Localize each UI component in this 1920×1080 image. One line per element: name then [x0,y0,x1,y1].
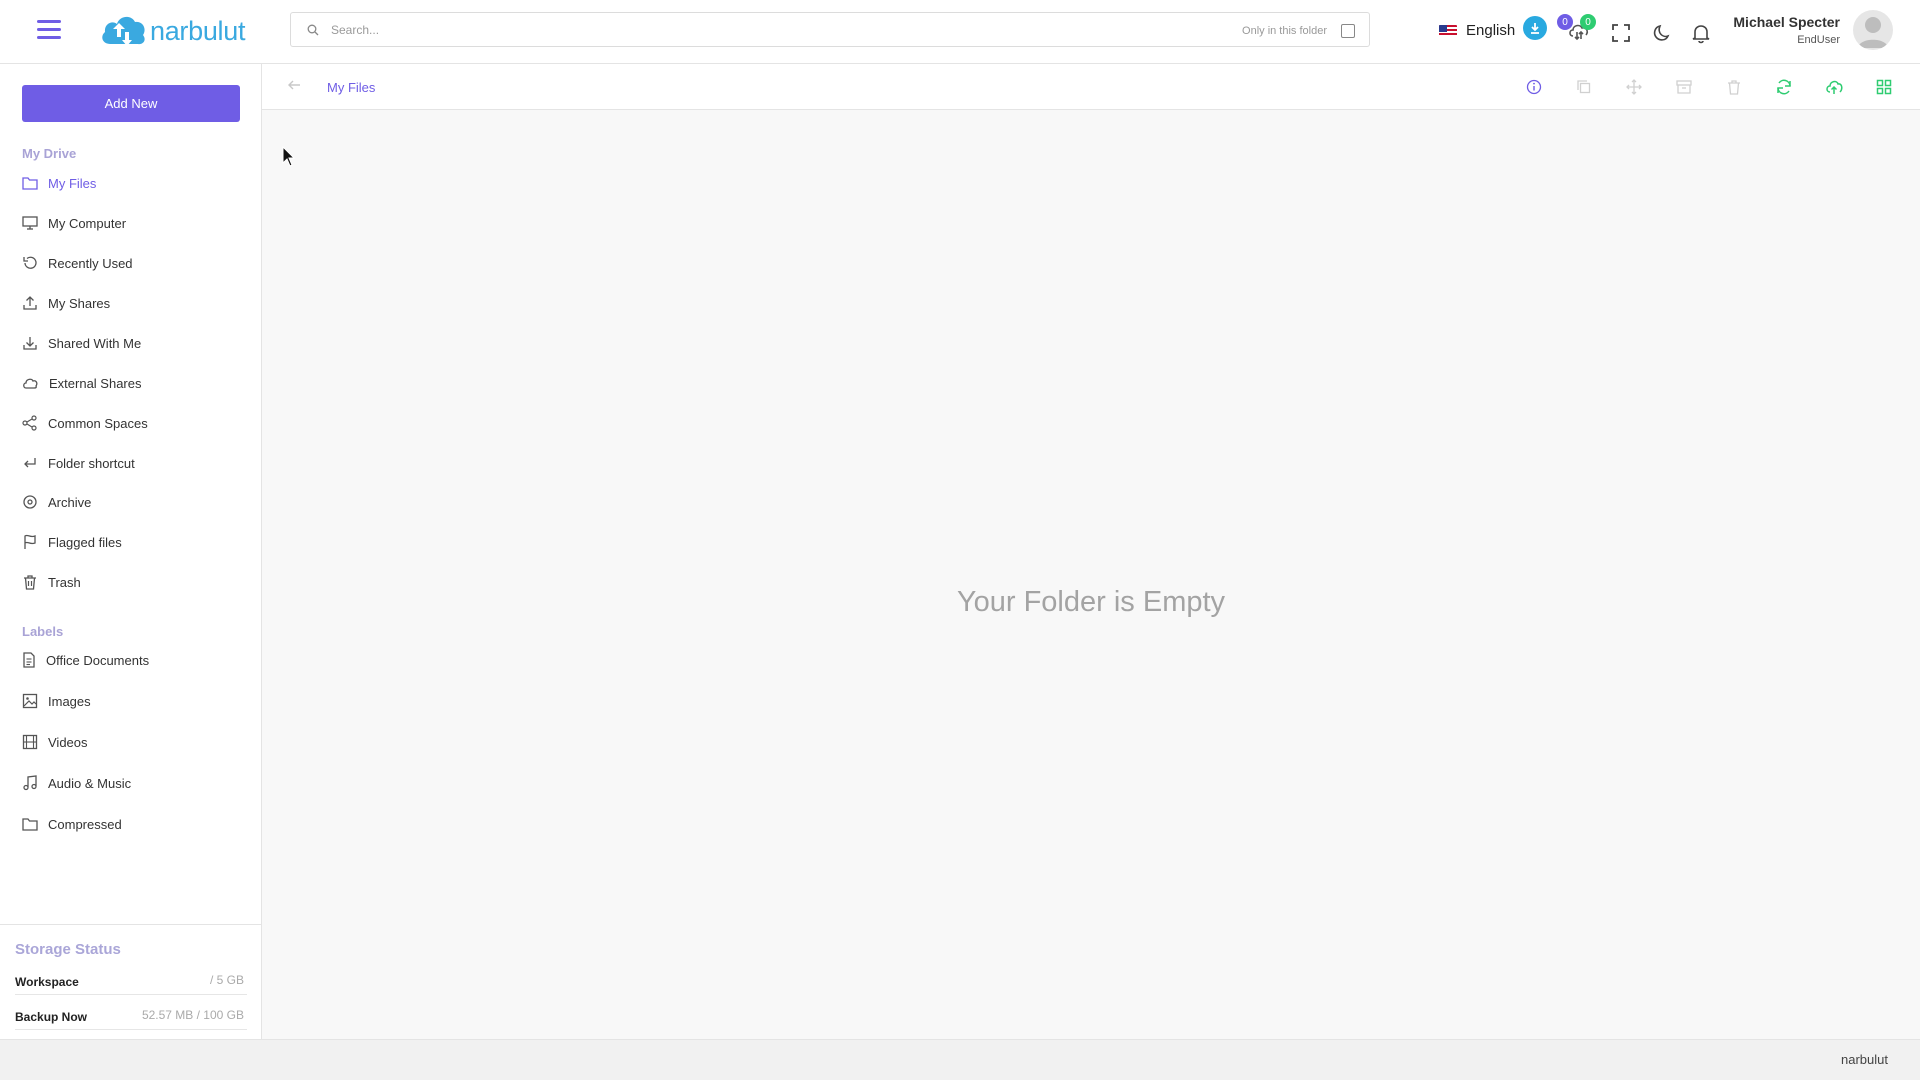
sidebar-item-archive[interactable]: Archive [22,489,252,515]
notification-bell-icon[interactable] [1690,22,1712,44]
label-item-label: Images [48,693,91,709]
top-bar: narbulut Only in this folder English 0 0 [0,0,1920,64]
label-item-videos[interactable]: Videos [22,729,252,755]
storage-value: / 5 GB [209,973,244,987]
sidebar-item-label: My Shares [48,295,111,311]
only-in-folder-label: Only in this folder [1242,25,1327,37]
storage-row-backup-now: Backup Now 52.57 MB / 100 GB [15,1004,247,1030]
film-icon [22,734,38,750]
dark-mode-moon-icon[interactable] [1651,22,1673,44]
sidebar-item-label: Archive [48,494,92,510]
label-item-label: Compressed [48,816,122,832]
disc-icon [23,495,37,509]
user-name: Michael Specter [1733,14,1840,30]
storage-name: Backup Now [15,1010,88,1024]
sidebar-item-label: Recently Used [48,255,133,271]
sidebar-item-flagged-files[interactable]: Flagged files [22,529,252,555]
sidebar-item-recently-used[interactable]: Recently Used [22,250,252,276]
sidebar-item-my-files[interactable]: My Files [22,170,252,196]
sidebar-item-label: Flagged files [48,534,122,550]
cloud-upload-icon[interactable] [1825,78,1843,96]
sidebar: Add New My Drive My Files My Computer Re… [0,64,262,1039]
sidebar-item-label: Shared With Me [48,335,142,351]
language-label: English [1466,22,1516,39]
sidebar-item-my-shares[interactable]: My Shares [22,290,252,316]
storage-title: Storage Status [15,941,121,958]
labels-heading: Labels [22,624,64,639]
sidebar-item-label: External Shares [49,375,142,391]
storage-value: 52.57 MB / 100 GB [141,1008,244,1022]
label-item-label: Audio & Music [48,775,132,791]
add-new-button[interactable]: Add New [22,85,240,122]
sidebar-item-folder-shortcut[interactable]: Folder shortcut [22,450,252,476]
sidebar-item-label: My Computer [48,215,127,231]
breadcrumb[interactable]: My Files [327,80,375,95]
logo-text: narbulut [150,15,246,46]
logo[interactable]: narbulut [98,10,245,52]
search-input[interactable] [331,19,1031,41]
folder-icon [22,177,38,190]
upload-icon [23,296,37,310]
sidebar-item-my-computer[interactable]: My Computer [22,210,252,236]
sidebar-item-trash[interactable]: Trash [22,569,252,595]
footer: narbulut [0,1039,1920,1080]
us-flag-icon [1439,24,1457,37]
search-bar: Only in this folder [290,12,1370,47]
monitor-icon [22,216,38,230]
trash-icon [24,575,36,590]
sidebar-item-label: Trash [48,574,81,590]
sidebar-item-common-spaces[interactable]: Common Spaces [22,410,252,436]
refresh-icon[interactable] [1775,78,1793,96]
music-icon [23,775,37,791]
storage-status: Storage Status Workspace / 5 GB Backup N… [0,924,262,1039]
label-item-audio-music[interactable]: Audio & Music [22,770,252,796]
sidebar-item-shared-with-me[interactable]: Shared With Me [22,330,252,356]
hamburger-menu-icon[interactable] [37,20,61,42]
user-info[interactable]: Michael Specter EndUser [1733,14,1840,46]
copy-icon[interactable] [1575,78,1593,96]
move-icon[interactable] [1625,78,1643,96]
sidebar-item-label: My Files [48,175,97,191]
sidebar-item-external-shares[interactable]: External Shares [22,370,252,396]
search-icon [307,24,319,36]
label-item-office-documents[interactable]: Office Documents [22,647,252,673]
footer-brand: narbulut [1841,1052,1888,1067]
label-item-label: Videos [48,734,88,750]
download-count-badge: 0 [1580,14,1596,30]
sidebar-item-label: Folder shortcut [48,455,135,471]
fullscreen-icon[interactable] [1610,22,1632,44]
empty-folder-message: Your Folder is Empty [956,586,1226,618]
avatar[interactable] [1853,10,1893,50]
back-arrow-icon[interactable] [287,79,301,91]
delete-icon[interactable] [1725,78,1743,96]
info-icon[interactable] [1525,78,1543,96]
storage-row-workspace: Workspace / 5 GB [15,969,247,995]
cloud-logo-icon [102,16,145,46]
user-role: EndUser [1797,34,1840,46]
file-toolbar: My Files [262,64,1920,110]
language-selector[interactable]: English [1439,22,1515,39]
archive-box-icon[interactable] [1675,78,1693,96]
document-icon [23,652,35,668]
label-item-compressed[interactable]: Compressed [22,811,252,837]
cloud-icon [23,378,38,389]
file-area[interactable]: Your Folder is Empty [262,110,1920,1039]
only-in-folder-checkbox[interactable] [1341,24,1355,38]
label-item-images[interactable]: Images [22,688,252,714]
upload-count-badge: 0 [1557,14,1573,30]
folder-icon [22,818,38,831]
download-icon [23,337,37,350]
my-drive-heading: My Drive [22,146,77,161]
share-icon [22,415,37,431]
sidebar-item-label: Common Spaces [48,415,148,431]
mouse-cursor-icon [282,146,296,167]
history-icon [23,256,37,269]
image-icon [22,693,38,709]
grid-view-icon[interactable] [1875,78,1893,96]
return-arrow-icon [24,458,36,468]
storage-name: Workspace [15,975,79,989]
flag-icon [24,534,36,549]
download-app-icon[interactable] [1523,16,1547,40]
label-item-label: Office Documents [46,652,150,668]
